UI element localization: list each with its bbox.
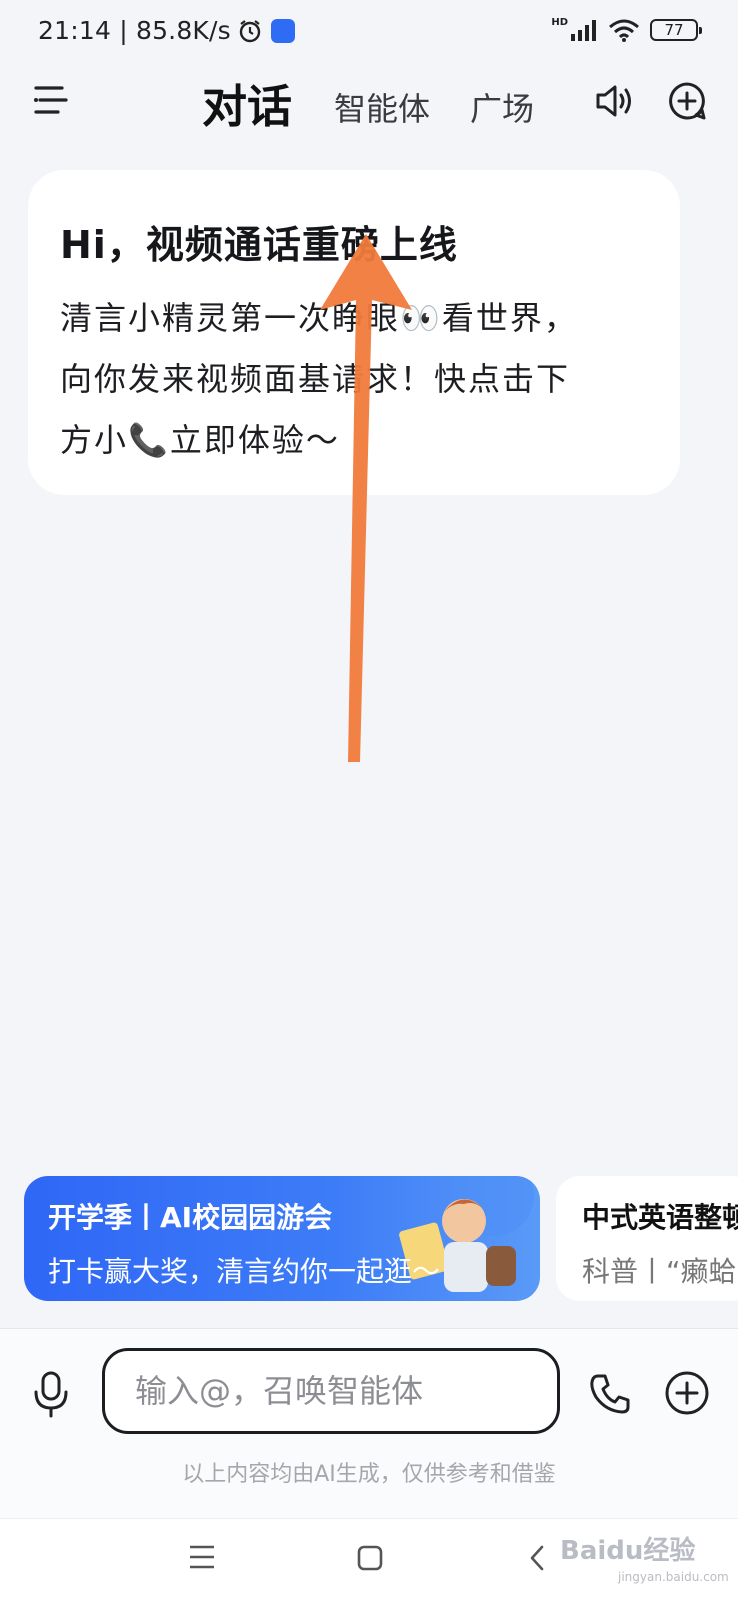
card-line: 方小📞立即体验～: [60, 421, 340, 459]
time-speed: 21:14 | 85.8K/s: [38, 16, 231, 45]
card-title: Hi，视频通话重磅上线: [60, 223, 458, 267]
baidu-watermark-url: jingyan.baidu.com: [618, 1570, 729, 1584]
app-notification-icon: [270, 18, 295, 43]
wifi-icon: [609, 19, 639, 42]
new-chat-icon[interactable]: [666, 80, 708, 122]
card-line: 向你发来视频面基请求！快点击下: [60, 360, 571, 398]
battery-indicator: 77: [650, 19, 702, 41]
banner-title: 中式英语整顿: [582, 1201, 738, 1234]
status-bar-left: 21:14 | 85.8K/s: [38, 16, 295, 45]
banner-title: 开学季丨AI校园园游会: [48, 1201, 333, 1234]
card-line: 清言小精灵第一次睁眼👀看世界，: [60, 299, 578, 337]
ai-disclaimer: 以上内容均由AI生成，仅供参考和借鉴: [182, 1462, 556, 1487]
signal-icon: [571, 20, 596, 41]
banner-subtitle: 科普丨“癞蛤: [582, 1255, 737, 1288]
tab-plaza[interactable]: 广场: [470, 84, 534, 130]
speaker-icon[interactable]: [594, 82, 636, 120]
message-input[interactable]: [102, 1348, 560, 1434]
add-circle-icon[interactable]: [664, 1370, 710, 1416]
battery-level: 77: [664, 21, 684, 39]
tab-agents[interactable]: 智能体: [334, 84, 430, 130]
microphone-icon[interactable]: [32, 1370, 70, 1418]
menu-icon[interactable]: [34, 84, 68, 116]
baidu-watermark: Baidu经验: [560, 1536, 696, 1566]
network-type: HD: [551, 16, 568, 28]
home-icon[interactable]: [356, 1544, 384, 1572]
back-icon[interactable]: [528, 1544, 546, 1572]
phone-call-icon[interactable]: [588, 1372, 632, 1416]
recent-apps-icon[interactable]: [188, 1544, 216, 1570]
alarm-icon: [239, 19, 261, 42]
status-bar-right: HD 77: [551, 16, 702, 42]
banner-subtitle: 打卡赢大奖，清言约你一起逛～: [48, 1255, 441, 1288]
card-body: 清言小精灵第一次睁眼👀看世界， 向你发来视频面基请求！快点击下 方小📞立即体验～: [60, 288, 640, 471]
tab-chat[interactable]: 对话: [202, 70, 292, 135]
